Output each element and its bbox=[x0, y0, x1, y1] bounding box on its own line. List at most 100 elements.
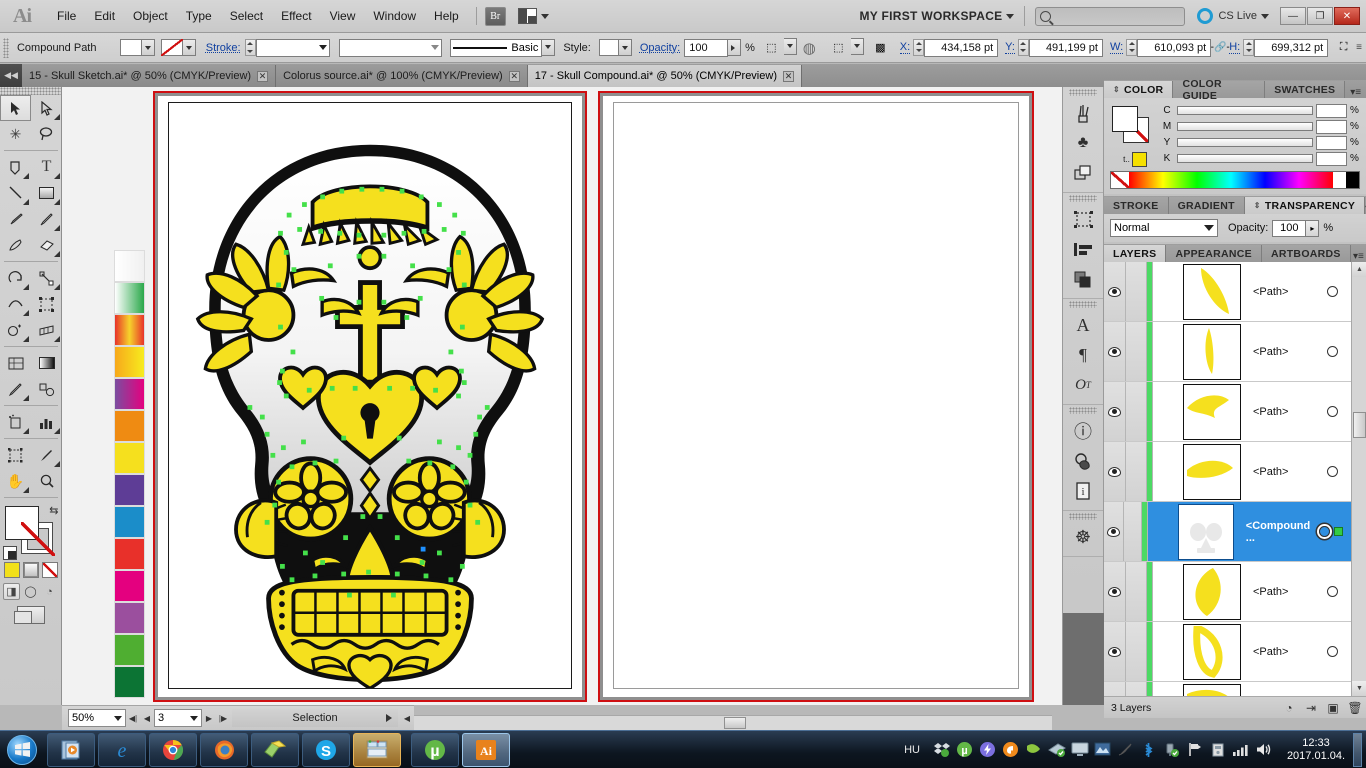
y-group[interactable]: 491,199 pt bbox=[1017, 38, 1103, 57]
dock-grip[interactable] bbox=[1069, 407, 1097, 414]
canvas-horizontal-scrollbar[interactable] bbox=[414, 715, 1052, 730]
tab-artboards[interactable]: ARTBOARDS bbox=[1261, 245, 1351, 262]
layers-scroll-up-icon[interactable]: ▲ bbox=[1352, 262, 1366, 277]
slice-tool[interactable] bbox=[31, 442, 62, 468]
taskbar-illustrator[interactable]: Ai bbox=[462, 732, 510, 767]
magenta-track[interactable] bbox=[1177, 122, 1313, 131]
symbol-sprayer-tool[interactable] bbox=[0, 409, 31, 435]
symbols-icon[interactable]: ♣ bbox=[1063, 128, 1103, 158]
spectrum-ramp[interactable] bbox=[1129, 172, 1333, 188]
mesh-tool[interactable] bbox=[0, 350, 31, 376]
info-icon[interactable]: ⓘ bbox=[1063, 416, 1103, 446]
control-bar-menu-icon[interactable]: ≡ bbox=[1356, 42, 1366, 53]
h-group[interactable]: 699,312 pt bbox=[1243, 38, 1329, 57]
create-new-layer-button[interactable]: ▣ bbox=[1322, 699, 1344, 717]
tab-transparency[interactable]: ⇕ TRANSPARENCY bbox=[1244, 197, 1366, 214]
layer-lock-toggle[interactable] bbox=[1126, 682, 1147, 696]
swap-fill-stroke-icon[interactable]: ⇆ bbox=[49, 504, 58, 517]
none-color-icon[interactable] bbox=[1111, 172, 1129, 188]
volume-tray-icon[interactable] bbox=[1254, 740, 1273, 759]
x-stepper[interactable] bbox=[913, 38, 925, 56]
swatch-purple-magenta-gradient[interactable] bbox=[114, 378, 145, 410]
flash-tray-icon[interactable] bbox=[978, 740, 997, 759]
x-group[interactable]: 434,158 pt bbox=[913, 38, 999, 57]
close-icon[interactable]: ✕ bbox=[257, 70, 269, 82]
swatch-green[interactable] bbox=[114, 634, 145, 666]
tab-skull-compound[interactable]: 17 - Skull Compound.ai* @ 50% (CMYK/Prev… bbox=[527, 65, 802, 87]
gradient-tool[interactable] bbox=[31, 350, 62, 376]
tab-color[interactable]: ⇕ COLOR bbox=[1104, 81, 1174, 98]
layer-visibility-toggle[interactable] bbox=[1104, 322, 1126, 381]
black-slider-row[interactable]: K % bbox=[1160, 151, 1360, 166]
layers-panel-menu-icon[interactable]: ▾≡ bbox=[1351, 251, 1366, 262]
layer-row-path-7[interactable]: <Path> bbox=[1104, 682, 1351, 696]
swatch-yellow[interactable] bbox=[114, 442, 145, 474]
direct-selection-tool[interactable] bbox=[31, 95, 62, 121]
character-icon[interactable]: A bbox=[1063, 310, 1103, 340]
layers-scrollbar[interactable]: ▲ ▼ bbox=[1351, 262, 1366, 696]
layer-row-path-1[interactable]: <Path> bbox=[1104, 262, 1351, 322]
isolate-group[interactable]: ⬚ bbox=[759, 37, 797, 58]
magenta-value[interactable] bbox=[1316, 119, 1347, 134]
layer-target-indicator[interactable] bbox=[1313, 382, 1351, 441]
layer-lock-toggle[interactable] bbox=[1126, 562, 1147, 621]
opacity-input[interactable]: 100 bbox=[684, 38, 729, 57]
scale-tool[interactable] bbox=[31, 265, 62, 291]
taskbar-sticky-notes[interactable] bbox=[251, 732, 299, 767]
layer-target-indicator[interactable] bbox=[1313, 562, 1351, 621]
layer-name[interactable]: <Path> bbox=[1241, 562, 1313, 621]
first-artboard-button[interactable]: ◀| bbox=[126, 709, 140, 727]
y-stepper[interactable] bbox=[1017, 38, 1029, 56]
paintbrush-tool[interactable] bbox=[0, 206, 31, 232]
swatch-orange-yellow-gradient[interactable] bbox=[114, 346, 145, 378]
brush-definition-select[interactable]: Basic bbox=[450, 38, 543, 57]
arrange-documents-button[interactable] bbox=[517, 8, 549, 24]
swatch-green-gradient[interactable] bbox=[114, 282, 145, 314]
black-track[interactable] bbox=[1177, 154, 1313, 163]
sync-tray-icon[interactable] bbox=[1116, 740, 1135, 759]
action-center-tray-icon[interactable] bbox=[1185, 740, 1204, 759]
zoom-level-select[interactable]: 50% bbox=[68, 709, 126, 727]
stroke-control[interactable] bbox=[160, 39, 196, 56]
gradient-fill-icon[interactable] bbox=[22, 562, 39, 578]
swatch-pink[interactable] bbox=[114, 570, 145, 602]
tab-skull-sketch[interactable]: 15 - Skull Sketch.ai* @ 50% (CMYK/Previe… bbox=[22, 65, 277, 87]
color-fill-icon[interactable] bbox=[3, 562, 20, 578]
artboard-tool[interactable] bbox=[0, 442, 31, 468]
recolor-artwork-icon[interactable]: ◍ bbox=[799, 38, 820, 58]
isolate-dropdown-icon[interactable] bbox=[783, 37, 797, 55]
shape-builder-tool[interactable] bbox=[0, 317, 31, 343]
tab-appearance[interactable]: APPEARANCE bbox=[1166, 245, 1262, 262]
menu-window[interactable]: Window bbox=[364, 5, 425, 27]
display-tray-icon[interactable] bbox=[1070, 740, 1089, 759]
variable-width-profile-select[interactable] bbox=[338, 38, 443, 57]
last-artboard-button[interactable]: |▶ bbox=[216, 709, 230, 727]
w-stepper[interactable] bbox=[1126, 38, 1138, 56]
utorrent-tray-icon[interactable]: µ bbox=[955, 740, 974, 759]
tab-colorus-source[interactable]: Colorus source.ai* @ 100% (CMYK/Preview)… bbox=[276, 65, 528, 87]
layer-visibility-toggle[interactable] bbox=[1104, 502, 1124, 561]
tools-panel-grip[interactable] bbox=[0, 87, 61, 95]
artboard-number-select[interactable]: 3 bbox=[154, 709, 202, 727]
color-fill-swatch[interactable] bbox=[1112, 106, 1138, 132]
color-panel-menu-icon[interactable]: ▾≡ bbox=[1345, 87, 1366, 98]
pen-tool[interactable] bbox=[0, 154, 31, 180]
bluetooth-tray-icon[interactable] bbox=[1139, 740, 1158, 759]
control-bar-grip[interactable] bbox=[3, 37, 9, 58]
layer-name[interactable]: <Compound ... bbox=[1234, 502, 1310, 561]
language-indicator[interactable]: HU bbox=[904, 744, 920, 756]
layers-scroll-down-icon[interactable]: ▼ bbox=[1352, 681, 1366, 696]
swatch-white-gradient[interactable] bbox=[114, 250, 145, 282]
layer-visibility-toggle[interactable] bbox=[1104, 382, 1126, 441]
taskbar-internet-explorer[interactable]: e bbox=[98, 732, 146, 767]
artboard-left[interactable] bbox=[168, 102, 572, 691]
horizontal-scroll-thumb[interactable] bbox=[724, 717, 746, 729]
align-group[interactable]: ⬚ bbox=[826, 37, 864, 58]
width-tool[interactable] bbox=[0, 291, 31, 317]
layer-row-path-2[interactable]: <Path> bbox=[1104, 322, 1351, 382]
close-icon[interactable]: ✕ bbox=[782, 70, 794, 82]
menu-type[interactable]: Type bbox=[177, 5, 221, 27]
fill-dropdown-icon[interactable] bbox=[141, 39, 155, 56]
panel-opacity-dropdown-icon[interactable]: ▸ bbox=[1306, 219, 1320, 237]
layer-lock-toggle[interactable] bbox=[1126, 382, 1147, 441]
